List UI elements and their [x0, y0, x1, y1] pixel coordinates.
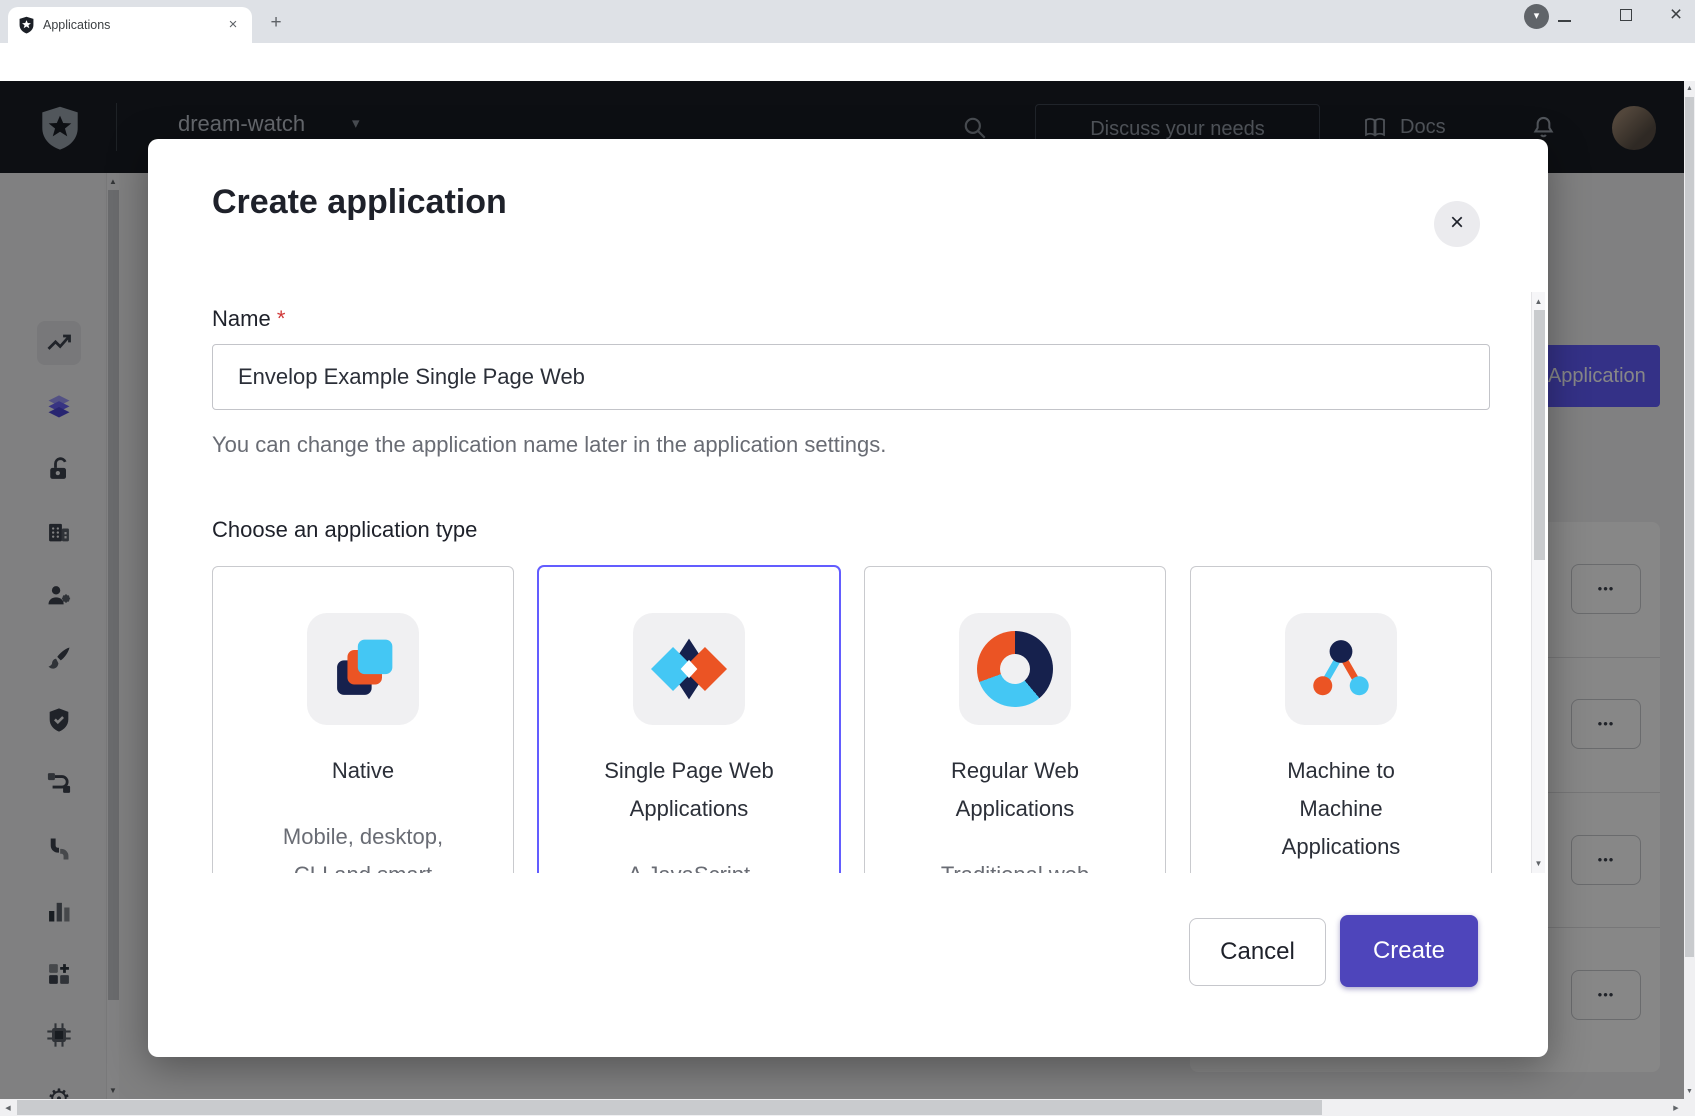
card-regular-web[interactable]: Regular Web Applications Traditional web [864, 566, 1166, 873]
card-machine-to-machine[interactable]: Machine to Machine Applications [1190, 566, 1492, 873]
window-hscrollbar-thumb[interactable] [17, 1100, 1322, 1115]
modal-scroll-down-icon[interactable]: ▼ [1532, 859, 1545, 868]
modal-scroll-area: Name * You can change the application na… [148, 292, 1548, 873]
window-minimize-button[interactable] [1558, 20, 1571, 22]
card-description: A JavaScript [592, 856, 787, 873]
application-type-cards: Native Mobile, desktop, CLI and smart Si… [212, 566, 1492, 873]
browser-tab-applications[interactable]: Applications × [8, 7, 252, 43]
auth0-favicon [18, 16, 35, 34]
name-helper-text: You can change the application name late… [212, 432, 886, 458]
tab-close-icon[interactable]: × [224, 16, 242, 34]
screen: Applications × + ▾ × ← → ⟳ manage.auth0.… [0, 0, 1695, 1116]
application-name-input[interactable] [212, 344, 1490, 410]
m2m-icon-tile [1285, 613, 1397, 725]
native-icon [325, 631, 401, 707]
card-title: Native [274, 752, 452, 790]
window-maximize-button[interactable] [1620, 9, 1632, 21]
window-close-button[interactable]: × [1663, 2, 1689, 28]
browser-toolbar: ← → ⟳ manage.auth0.com/dashboard/eu/drea… [0, 43, 1695, 81]
window-vertical-scrollbar[interactable]: ▲ ▼ [1684, 81, 1695, 1099]
m2m-icon [1303, 631, 1379, 707]
card-title: Single Page Web Applications [600, 752, 778, 828]
card-title: Regular Web Applications [926, 752, 1104, 828]
window-scroll-down-icon[interactable]: ▼ [1684, 1088, 1695, 1095]
regular-web-icon-tile [959, 613, 1071, 725]
native-icon-tile [307, 613, 419, 725]
cancel-button[interactable]: Cancel [1189, 918, 1326, 986]
window-horizontal-scrollbar[interactable]: ◀ ▶ [0, 1099, 1684, 1116]
new-tab-button[interactable]: + [264, 11, 288, 35]
application-type-label: Choose an application type [212, 517, 477, 543]
tab-title: Applications [43, 18, 216, 32]
create-application-modal: Create application × Name * You can chan… [148, 139, 1548, 1057]
window-vscrollbar-thumb[interactable] [1685, 97, 1694, 957]
card-description: Traditional web [918, 856, 1113, 873]
tab-search-icon[interactable]: ▾ [1524, 4, 1549, 29]
modal-scrollbar[interactable]: ▲ ▼ [1531, 292, 1545, 873]
window-scroll-left-icon[interactable]: ◀ [3, 1104, 13, 1112]
required-asterisk: * [277, 306, 286, 331]
modal-scroll-up-icon[interactable]: ▲ [1532, 297, 1545, 306]
modal-scrollbar-thumb[interactable] [1534, 310, 1545, 560]
browser-tabstrip: Applications × + ▾ × [0, 0, 1695, 43]
card-single-page-web[interactable]: Single Page Web Applications A JavaScrip… [538, 566, 840, 873]
spa-icon [651, 631, 727, 707]
spa-icon-tile [633, 613, 745, 725]
card-native[interactable]: Native Mobile, desktop, CLI and smart [212, 566, 514, 873]
card-description: Mobile, desktop, CLI and smart [266, 818, 461, 873]
modal-close-button[interactable]: × [1434, 201, 1480, 247]
name-label: Name [212, 306, 271, 331]
card-title: Machine to Machine Applications [1252, 752, 1430, 866]
create-button[interactable]: Create [1340, 915, 1478, 987]
scrollbar-corner [1684, 1099, 1695, 1116]
window-scroll-right-icon[interactable]: ▶ [1671, 1104, 1681, 1112]
regular-web-icon [977, 631, 1053, 707]
window-scroll-up-icon[interactable]: ▲ [1684, 85, 1695, 92]
modal-title: Create application [212, 183, 507, 222]
